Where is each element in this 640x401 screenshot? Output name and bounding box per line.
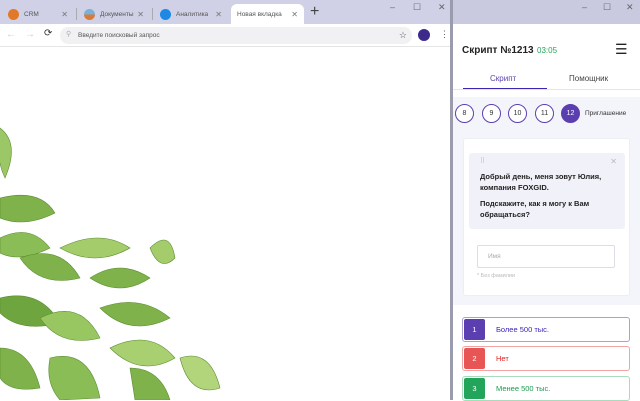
tab-label: Документы (100, 10, 134, 18)
close-icon[interactable]: ✕ (215, 10, 222, 19)
script-card: ⠿ ✕ Добрый день, меня зовут Юлия, компан… (463, 138, 630, 296)
name-input[interactable]: Имя (477, 245, 615, 268)
tab-label: Новая вкладка (237, 10, 282, 18)
step-11[interactable]: 11 (535, 104, 554, 123)
step-8[interactable]: 8 (455, 104, 474, 123)
script-panel: – ☐ ✕ Скрипт №1213 03:05 ☰ Скрипт Помощн… (453, 0, 640, 401)
crm-favicon-icon (8, 8, 19, 20)
tab-label: CRM (24, 10, 39, 18)
maximize-icon[interactable]: ☐ (413, 2, 421, 13)
name-hint: * Без фамилии (477, 273, 516, 279)
step-10[interactable]: 10 (508, 104, 527, 123)
forward-icon[interactable]: → (25, 29, 35, 40)
close-window-icon[interactable]: ✕ (626, 2, 634, 13)
menu-icon[interactable]: ⋮ (440, 29, 449, 40)
tab-documents[interactable]: Документы ✕ (78, 4, 150, 24)
panel-header: Скрипт №1213 03:05 ☰ Скрипт Помощник (453, 24, 640, 97)
search-icon: ⚲ (66, 31, 72, 38)
answer-3[interactable]: 3 Менее 500 тыс. (462, 376, 630, 401)
tab-assistant[interactable]: Помощник (569, 74, 608, 83)
answer-label: Более 500 тыс. (496, 325, 549, 334)
timer: 03:05 (537, 46, 558, 55)
script-title: Скрипт №1213 (462, 45, 534, 56)
answer-label: Нет (496, 354, 509, 363)
tab-new-tab[interactable]: Новая вкладка ✕ (231, 4, 304, 24)
close-icon[interactable]: ✕ (291, 10, 298, 19)
step-label: Приглашение (585, 110, 627, 117)
tab-script[interactable]: Скрипт (490, 74, 516, 83)
answer-number: 3 (464, 378, 485, 399)
step-12[interactable]: 12 (561, 104, 580, 123)
browser-toolbar: ← → ⟳ ⚲ Введите поисковый запрос ☆ ⋮ (0, 24, 450, 47)
tab-crm[interactable]: CRM ✕ (2, 4, 74, 24)
reload-icon[interactable]: ⟳ (44, 28, 52, 39)
answer-1[interactable]: 1 Более 500 тыс. (462, 317, 630, 342)
minimize-icon[interactable]: – (390, 2, 395, 12)
plant-image (0, 127, 221, 400)
address-bar[interactable]: ⚲ Введите поисковый запрос ☆ (60, 27, 412, 44)
close-window-icon[interactable]: ✕ (438, 2, 446, 13)
minimize-icon[interactable]: – (582, 2, 587, 12)
close-icon[interactable]: ✕ (610, 156, 617, 167)
close-icon[interactable]: ✕ (61, 10, 68, 19)
answer-number: 1 (464, 319, 485, 340)
documents-favicon-icon (84, 8, 95, 20)
panel-titlebar: – ☐ ✕ (453, 0, 640, 24)
drag-handle-icon[interactable]: ⠿ (480, 156, 485, 167)
tab-label: Аналитика (176, 10, 209, 18)
maximize-icon[interactable]: ☐ (603, 2, 611, 13)
tab-divider (453, 89, 640, 90)
new-tab-button[interactable]: + (310, 3, 319, 21)
message-line: Подскажите, как я могу к Вам обращаться? (480, 199, 590, 219)
answer-number: 2 (464, 348, 485, 369)
hamburger-menu-icon[interactable]: ☰ (615, 41, 628, 58)
answer-2[interactable]: 2 Нет (462, 346, 630, 371)
answer-label: Менее 500 тыс. (496, 384, 551, 393)
extension-icon[interactable] (418, 29, 430, 41)
message-bubble: ⠿ ✕ Добрый день, меня зовут Юлия, компан… (469, 153, 625, 229)
address-placeholder: Введите поисковый запрос (78, 32, 160, 39)
tab-analytics[interactable]: Аналитика ✕ (154, 4, 228, 24)
step-9[interactable]: 9 (482, 104, 501, 123)
close-icon[interactable]: ✕ (137, 10, 144, 19)
star-icon[interactable]: ☆ (399, 30, 407, 41)
browser-tab-bar: CRM ✕ Документы ✕ Аналитика ✕ Новая вкладка… (0, 0, 450, 24)
analytics-favicon-icon (160, 8, 171, 20)
message-line: Добрый день, меня зовут Юлия, компания F… (480, 172, 602, 192)
back-icon[interactable]: ← (6, 29, 16, 40)
